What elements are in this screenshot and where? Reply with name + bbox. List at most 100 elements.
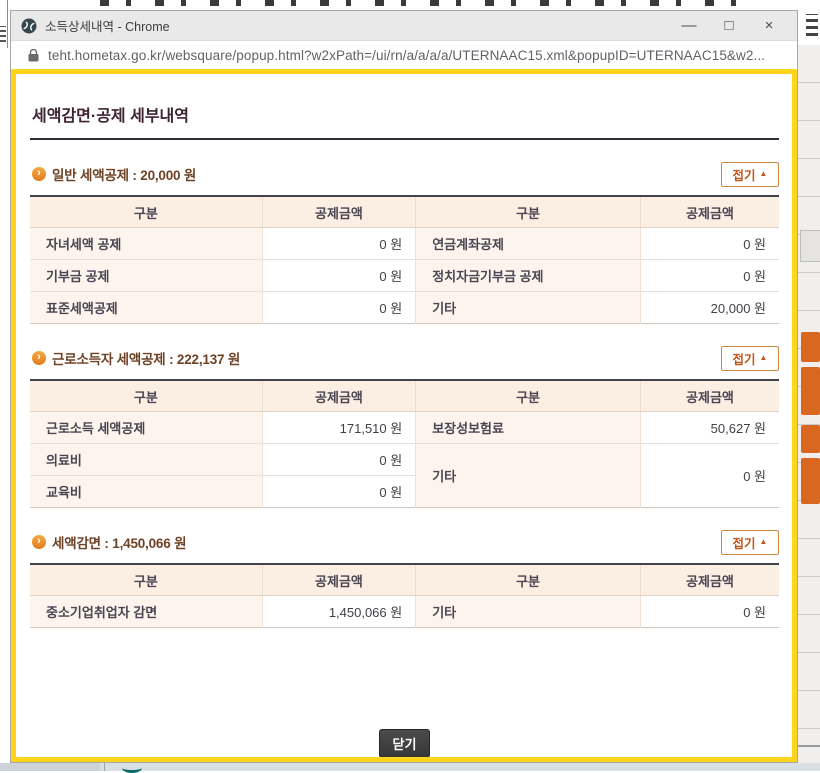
section-general-tax-credit: › 일반 세액공제 : 20,000 원 접기 ▲ 구분 공제금액	[30, 161, 779, 324]
section-title: 근로소득자 세액공제 : 222,137 원	[52, 348, 240, 368]
row-label: 의료비	[30, 444, 262, 476]
window-titlebar: 소득상세내역 - Chrome — □ ×	[11, 11, 797, 41]
teal-arc-logo-fragment	[122, 763, 142, 773]
maximize-button[interactable]: □	[709, 11, 749, 41]
column-header: 공제금액	[640, 564, 779, 596]
page-title: 세액감면·공제 세부내역	[32, 102, 779, 126]
address-bar[interactable]: teht.hometax.go.kr/websquare/popup.html?…	[11, 41, 797, 69]
row-label: 중소기업취업자 감면	[30, 596, 262, 628]
row-label: 기타	[416, 596, 641, 628]
background-orange-block	[801, 332, 820, 362]
chrome-popup-window: 소득상세내역 - Chrome — □ × teht.hometax.go.kr…	[10, 10, 798, 763]
row-amount: 0 원	[640, 228, 779, 260]
table-header-row: 구분 공제금액 구분 공제금액	[30, 564, 779, 596]
table-row: 근로소득 세액공제 171,510 원 보장성보험료 50,627 원	[30, 412, 779, 444]
section-header: › 일반 세액공제 : 20,000 원 접기 ▲	[30, 161, 779, 187]
column-header: 공제금액	[640, 380, 779, 412]
wage-earner-credit-table: 구분 공제금액 구분 공제금액 근로소득 세액공제 171,510 원 보장성보…	[30, 379, 779, 508]
section-bullet-icon: ›	[32, 167, 46, 181]
window-title: 소득상세내역 - Chrome	[45, 16, 669, 35]
column-header: 구분	[30, 196, 262, 228]
row-label: 연금계좌공제	[416, 228, 641, 260]
collapse-label: 접기	[733, 533, 756, 552]
row-label: 교육비	[30, 476, 262, 508]
row-amount: 0 원	[262, 476, 416, 508]
divider	[104, 763, 105, 771]
row-amount: 0 원	[262, 228, 416, 260]
triangle-up-icon: ▲	[760, 538, 768, 546]
row-amount: 0 원	[262, 444, 416, 476]
row-amount: 0 원	[640, 260, 779, 292]
column-header: 구분	[30, 564, 262, 596]
favicon-globe-icon	[21, 18, 37, 34]
screen: 소득상세내역 - Chrome — □ × teht.hometax.go.kr…	[0, 0, 820, 771]
collapse-button[interactable]: 접기 ▲	[721, 162, 779, 187]
row-amount: 1,450,066 원	[262, 596, 416, 628]
column-header: 구분	[416, 564, 641, 596]
close-button-row: 닫기	[30, 729, 779, 758]
window-controls: — □ ×	[669, 11, 789, 41]
background-orange-block	[801, 425, 820, 453]
table-row: 표준세액공제 0 원 기타 20,000 원	[30, 292, 779, 324]
background-page-bottom-strip	[0, 763, 820, 771]
clipped-text-fragment	[100, 0, 760, 6]
row-label: 자녀세액 공제	[30, 228, 262, 260]
lock-icon	[28, 49, 39, 62]
table-row: 자녀세액 공제 0 원 연금계좌공제 0 원	[30, 228, 779, 260]
close-window-button[interactable]: ×	[749, 11, 789, 41]
divider	[7, 0, 8, 48]
title-divider	[30, 138, 779, 140]
column-header: 공제금액	[640, 196, 779, 228]
collapse-button[interactable]: 접기 ▲	[721, 346, 779, 371]
background-mini-button	[800, 230, 820, 262]
url-text: teht.hometax.go.kr/websquare/popup.html?…	[48, 48, 765, 63]
minimize-button[interactable]: —	[669, 11, 709, 41]
background-orange-block	[801, 458, 820, 504]
clipped-text-fragment	[806, 14, 818, 36]
background-grid-panel	[798, 45, 820, 763]
row-label: 기타	[416, 292, 641, 324]
section-tax-reduction: › 세액감면 : 1,450,066 원 접기 ▲ 구분 공제금액	[30, 529, 779, 628]
background-page-top-fragment	[0, 0, 820, 10]
collapse-button[interactable]: 접기 ▲	[721, 530, 779, 555]
row-amount: 50,627 원	[640, 412, 779, 444]
section-header: › 근로소득자 세액공제 : 222,137 원 접기 ▲	[30, 345, 779, 371]
section-title: 세액감면 : 1,450,066 원	[52, 532, 186, 552]
table-header-row: 구분 공제금액 구분 공제금액	[30, 196, 779, 228]
column-header: 구분	[30, 380, 262, 412]
table-row: 기부금 공제 0 원 정치자금기부금 공제 0 원	[30, 260, 779, 292]
background-orange-block	[801, 367, 820, 415]
section-bullet-icon: ›	[32, 535, 46, 549]
popup-content: 세액감면·공제 세부내역 › 일반 세액공제 : 20,000 원 접기 ▲	[16, 74, 792, 758]
column-header: 공제금액	[262, 380, 416, 412]
column-header: 구분	[416, 196, 641, 228]
row-label: 기타	[416, 444, 641, 508]
row-amount: 20,000 원	[640, 292, 779, 324]
row-label: 근로소득 세액공제	[30, 412, 262, 444]
column-header: 구분	[416, 380, 641, 412]
row-label: 표준세액공제	[30, 292, 262, 324]
general-credit-table: 구분 공제금액 구분 공제금액 자녀세액 공제 0 원 연금계좌공제	[30, 195, 779, 324]
section-wage-earner-tax-credit: › 근로소득자 세액공제 : 222,137 원 접기 ▲ 구분 공제금액	[30, 345, 779, 508]
table-row: 의료비 0 원 기타 0 원	[30, 444, 779, 476]
row-amount: 0 원	[640, 444, 779, 508]
close-popup-button[interactable]: 닫기	[379, 729, 431, 758]
collapse-label: 접기	[733, 349, 756, 368]
table-header-row: 구분 공제금액 구분 공제금액	[30, 380, 779, 412]
row-amount: 0 원	[262, 260, 416, 292]
triangle-up-icon: ▲	[760, 354, 768, 362]
row-label: 기부금 공제	[30, 260, 262, 292]
row-label: 정치자금기부금 공제	[416, 260, 641, 292]
row-amount: 0 원	[262, 292, 416, 324]
section-header: › 세액감면 : 1,450,066 원 접기 ▲	[30, 529, 779, 555]
column-header: 공제금액	[262, 196, 416, 228]
row-amount: 171,510 원	[262, 412, 416, 444]
row-label: 보장성보험료	[416, 412, 641, 444]
section-bullet-icon: ›	[32, 351, 46, 365]
background-segment	[0, 763, 100, 771]
row-amount: 0 원	[640, 596, 779, 628]
clipped-text-fragment	[0, 26, 6, 42]
background-page-right-panel	[798, 0, 820, 771]
divider	[798, 745, 820, 747]
section-title: 일반 세액공제 : 20,000 원	[52, 164, 196, 184]
